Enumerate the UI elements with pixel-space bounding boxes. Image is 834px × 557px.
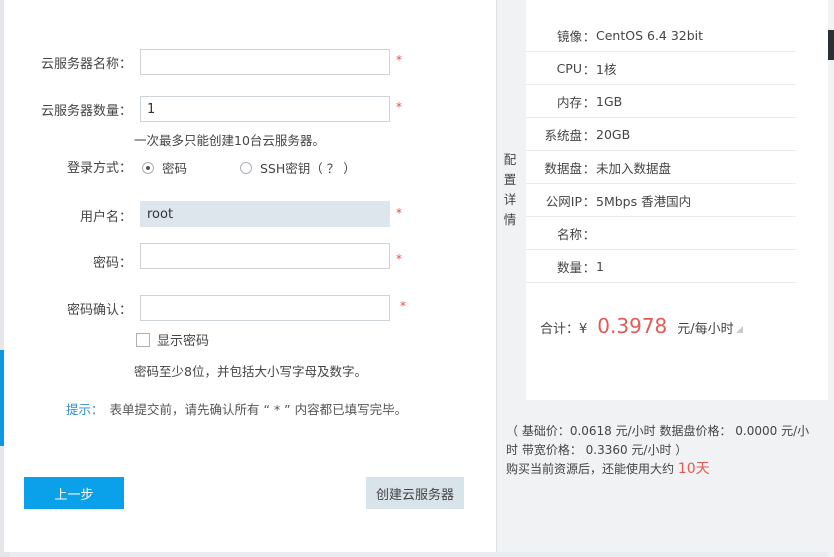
spec-separator: ： [582, 127, 596, 143]
password-input[interactable] [140, 243, 390, 269]
spec-value: 20GB [596, 126, 631, 142]
spec-key: 名称 [556, 226, 582, 242]
spec-separator: ： [582, 61, 596, 77]
spec-value: 未加入数据盘 [596, 160, 672, 176]
spec-separator: ： [582, 193, 596, 209]
spec-row-memory: 内存： 1GB [526, 85, 796, 118]
spec-value: 1核 [596, 61, 617, 77]
total-label: 合计：¥ [540, 322, 588, 337]
password-confirm-label: 密码确认： [66, 303, 132, 318]
password-confirm-required-mark: * [400, 299, 406, 313]
right-edge-dark-block [828, 30, 834, 60]
spec-separator: ： [582, 160, 596, 176]
spec-row-cpu: CPU： 1核 [526, 52, 796, 85]
server-count-input[interactable] [140, 96, 390, 122]
spec-row-public-ip: 公网IP： 5Mbps 香港国内 [526, 184, 796, 217]
login-option-password[interactable]: 密码 [142, 158, 187, 177]
left-accent-bar [0, 350, 4, 446]
usage-estimate-prefix: 购买当前资源后，还能使用大约 [506, 462, 675, 476]
previous-step-button[interactable]: 上一步 [24, 477, 124, 509]
show-password-checkbox[interactable]: 显示密码 [136, 330, 209, 349]
create-server-button[interactable]: 创建云服务器 [366, 477, 464, 509]
spec-value: 5Mbps 香港国内 [596, 193, 692, 209]
server-name-input[interactable] [140, 49, 390, 75]
create-server-form-panel: 云服务器名称： * 云服务器数量： * 一次最多只能创建10台云服务器。 登录方… [4, 0, 496, 552]
login-method-label: 登录方式： [66, 161, 132, 176]
spec-separator: ： [582, 226, 596, 242]
spec-key: 数量 [556, 259, 582, 275]
usage-estimate-days: 10天 [677, 461, 710, 477]
password-label: 密码： [92, 256, 132, 271]
password-confirm-input[interactable] [140, 295, 390, 321]
spec-row-image: 镜像： CentOS 6.4 32bit [526, 19, 796, 52]
checkbox-box-icon [136, 332, 150, 347]
spec-key: 公网IP [545, 193, 582, 209]
total-price-unit: 元/每小时 [677, 322, 734, 337]
login-option-ssh-key-label: SSH密钥（ ？ ） [260, 161, 356, 176]
server-count-hint: 一次最多只能创建10台云服务器。 [134, 133, 325, 148]
resize-corner-icon [735, 326, 743, 333]
spec-key: 镜像 [556, 28, 582, 44]
spec-value: CentOS 6.4 32bit [596, 27, 704, 43]
show-password-label: 显示密码 [157, 334, 210, 349]
tip-label: 提示： [66, 402, 104, 417]
server-count-label: 云服务器数量： [40, 104, 132, 119]
spec-separator: ： [582, 28, 596, 44]
spec-separator: ： [582, 94, 596, 110]
form-tip: 提示： 表单提交前，请先确认所有 “ * ” 内容都已填写完毕。 [66, 399, 407, 418]
login-option-password-label: 密码 [162, 161, 188, 176]
tip-text: 表单提交前，请先确认所有 “ * ” 内容都已填写完毕。 [109, 402, 408, 417]
radio-unselected-icon [240, 161, 252, 174]
right-edge [828, 0, 834, 557]
spec-row-count: 数量： 1 [526, 250, 796, 283]
price-breakdown-line: （ 基础价：0.0618 元/小时 数据盘价格： 0.0000 元/小时 带宽价… [506, 424, 810, 457]
price-breakdown: （ 基础价：0.0618 元/小时 数据盘价格： 0.0000 元/小时 带宽价… [506, 422, 816, 479]
spec-separator: ： [582, 259, 596, 275]
spec-row-data-disk: 数据盘：未加入数据盘 [526, 151, 796, 184]
config-detail-card: 镜像： CentOS 6.4 32bit CPU： 1核 内存： 1GB 系统盘： 20… [526, 0, 828, 400]
spec-row-name: 名称： [526, 217, 796, 250]
login-option-ssh-key[interactable]: SSH密钥（ ？ ） [240, 158, 356, 177]
spec-value: 1GB [596, 93, 623, 109]
spec-key: 系统盘 [544, 127, 582, 143]
usage-estimate-line: 购买当前资源后，还能使用大约 10天 [506, 460, 816, 479]
server-name-required-mark: * [396, 53, 402, 67]
spec-key: 数据盘 [544, 160, 582, 176]
username-label: 用户名： [79, 210, 132, 225]
total-price-value: 0.3978 [597, 314, 668, 338]
username-input[interactable] [140, 201, 390, 227]
username-required-mark: * [396, 206, 402, 220]
password-required-mark: * [396, 252, 402, 266]
spec-value: 1 [596, 258, 604, 274]
radio-selected-icon [142, 161, 154, 174]
server-count-required-mark: * [396, 100, 402, 114]
spec-row-system-disk: 系统盘： 20GB [526, 118, 796, 151]
server-name-label: 云服务器名称： [40, 57, 132, 72]
password-rule-hint: 密码至少8位，并包括大小写字母及数字。 [134, 364, 367, 379]
spec-key: 内存 [556, 94, 582, 110]
total-price: 合计：¥ 0.3978 元/每小时 [540, 314, 743, 338]
spec-key: CPU [556, 60, 582, 76]
config-detail-tab: 配置详情 [503, 152, 517, 227]
